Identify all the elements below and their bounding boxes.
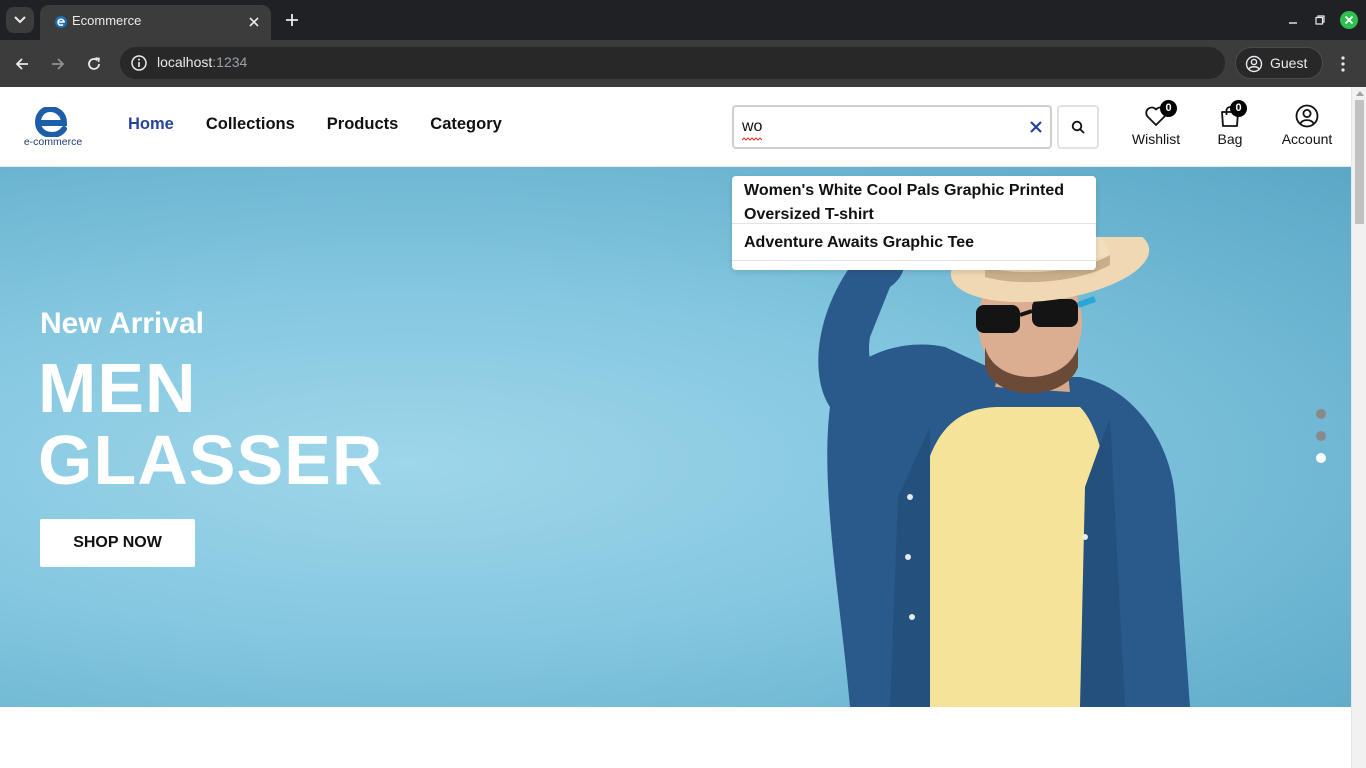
- restore-icon: [1315, 15, 1325, 25]
- site-favicon-icon: [55, 16, 67, 28]
- tab-search-button[interactable]: [6, 7, 34, 33]
- page-scrollbar[interactable]: [1351, 87, 1366, 768]
- kebab-menu-icon: [1341, 56, 1345, 72]
- reload-button[interactable]: [81, 51, 107, 77]
- wishlist-label: Wishlist: [1131, 131, 1181, 147]
- bag-count-badge: 0: [1230, 100, 1247, 117]
- account-button[interactable]: Account: [1272, 101, 1342, 157]
- search-query-text: wo: [742, 118, 763, 135]
- tab-close-icon[interactable]: [245, 13, 263, 31]
- search-suggestions: Women's White Cool Pals Graphic Printed …: [732, 176, 1096, 270]
- nav-category[interactable]: Category: [430, 115, 502, 134]
- bag-button[interactable]: 0 Bag: [1195, 100, 1265, 157]
- minimize-icon: [1289, 22, 1297, 24]
- suggestion-item[interactable]: Adventure Awaits Graphic Tee: [732, 231, 1096, 261]
- wishlist-count-badge: 0: [1160, 100, 1177, 117]
- browser-toolbar: localhost:1234 Guest: [0, 40, 1366, 87]
- logo-e-icon: [34, 105, 68, 139]
- shop-now-button[interactable]: SHOP NOW: [40, 519, 195, 567]
- spellcheck-underline: [742, 137, 762, 141]
- browser-tabstrip: Ecommerce: [0, 0, 1366, 40]
- search-icon: [1071, 120, 1085, 134]
- hero-eyebrow: New Arrival: [40, 307, 204, 340]
- address-bar[interactable]: localhost:1234: [120, 47, 1225, 79]
- minimize-window-button[interactable]: [1283, 10, 1303, 30]
- site-header: e-commerce Home Collections Products Cat…: [0, 87, 1351, 167]
- site-info-icon[interactable]: [130, 54, 148, 72]
- nav-home[interactable]: Home: [128, 115, 174, 134]
- hero-title: MEN GLASSER: [38, 349, 384, 499]
- browser-menu-button[interactable]: [1334, 51, 1352, 77]
- arrow-left-icon: [15, 58, 28, 70]
- chevron-down-icon: [14, 16, 26, 24]
- site-logo[interactable]: e-commerce: [20, 105, 86, 151]
- bag-label: Bag: [1217, 131, 1243, 147]
- scroll-thumb[interactable]: [1355, 100, 1364, 224]
- hero-model-image: [818, 237, 1190, 707]
- carousel-dot-2[interactable]: [1316, 431, 1326, 441]
- account-label: Account: [1281, 131, 1333, 147]
- new-tab-button[interactable]: [282, 10, 302, 30]
- url-host: localhost: [157, 54, 213, 70]
- arrow-right-icon: [52, 58, 65, 70]
- search-input-value: wo: [742, 118, 763, 141]
- nav-collections[interactable]: Collections: [206, 115, 295, 134]
- profile-icon: [1245, 55, 1263, 73]
- logo-text: e-commerce: [23, 136, 83, 148]
- close-icon: [1340, 11, 1358, 29]
- address-url: localhost:1234: [157, 54, 247, 70]
- browser-tab-active[interactable]: Ecommerce: [40, 5, 271, 40]
- back-button[interactable]: [9, 51, 35, 77]
- user-icon: [1295, 104, 1319, 128]
- url-port: :1234: [212, 54, 248, 70]
- clear-search-icon[interactable]: [1028, 119, 1044, 135]
- search-input[interactable]: wo: [732, 105, 1052, 149]
- plus-icon: [286, 14, 298, 26]
- carousel-indicators: [1314, 409, 1328, 469]
- scroll-up-arrow-icon[interactable]: [1356, 91, 1364, 96]
- profile-button[interactable]: Guest: [1235, 47, 1323, 79]
- reload-icon: [88, 57, 100, 70]
- restore-window-button[interactable]: [1310, 10, 1330, 30]
- profile-label: Guest: [1270, 55, 1308, 71]
- carousel-dot-3[interactable]: [1316, 453, 1326, 463]
- hero-banner: New Arrival MEN GLASSER SHOP NOW: [0, 167, 1351, 707]
- suggestion-item[interactable]: Women's White Cool Pals Graphic Printed …: [732, 179, 1096, 224]
- close-window-button[interactable]: [1339, 10, 1359, 30]
- forward-button[interactable]: [45, 51, 71, 77]
- carousel-dot-1[interactable]: [1316, 409, 1326, 419]
- nav-products[interactable]: Products: [327, 115, 399, 134]
- main-nav: Home Collections Products Category: [128, 115, 502, 134]
- page-viewport: e-commerce Home Collections Products Cat…: [0, 87, 1351, 768]
- tab-title: Ecommerce: [72, 13, 142, 28]
- search-button[interactable]: [1057, 105, 1099, 149]
- wishlist-button[interactable]: 0 Wishlist: [1121, 100, 1191, 157]
